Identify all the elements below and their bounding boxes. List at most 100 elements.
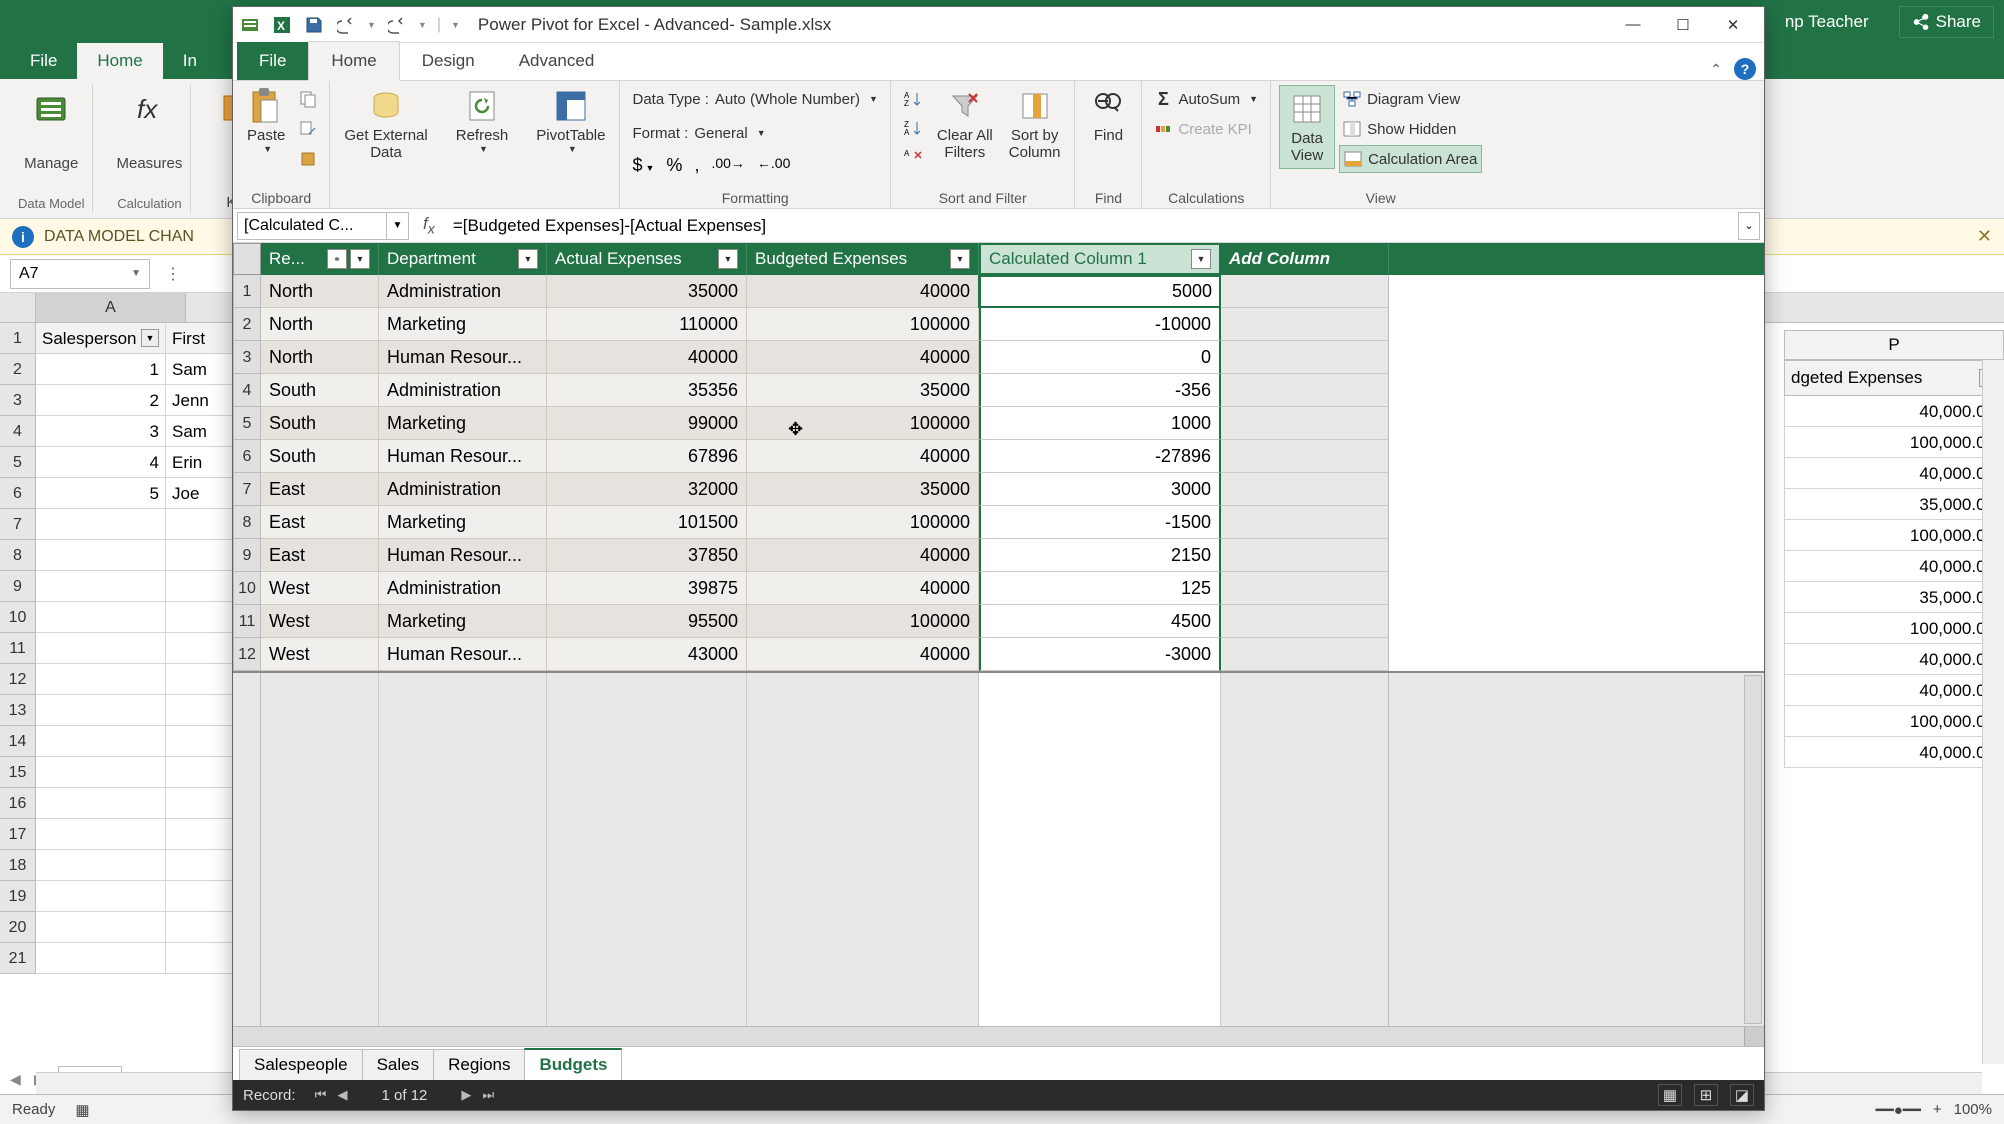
- sort-by-column-button[interactable]: Sort by Column: [1003, 85, 1067, 163]
- copy-icon[interactable]: [295, 85, 321, 113]
- cell[interactable]: 100,000.00: [1784, 427, 2004, 458]
- grid-cell-calculated[interactable]: 5000: [979, 275, 1221, 308]
- grid-cell-calculated[interactable]: -356: [979, 374, 1221, 407]
- grid-cell[interactable]: 100000: [747, 407, 979, 440]
- grid-cell[interactable]: 32000: [547, 473, 747, 506]
- msgbar-close-button[interactable]: ✕: [1977, 226, 1992, 247]
- increase-decimal-icon[interactable]: .00→: [711, 155, 744, 176]
- grid-cell[interactable]: Administration: [379, 473, 547, 506]
- cell[interactable]: [166, 602, 236, 633]
- excel-icon[interactable]: X: [271, 14, 293, 36]
- datatype-selector[interactable]: Data Type : Auto (Whole Number) ▼: [628, 85, 881, 113]
- grid-cell[interactable]: 40000: [547, 341, 747, 374]
- cell[interactable]: 35,000.00: [1784, 489, 2004, 520]
- cell[interactable]: [166, 509, 236, 540]
- paste-button[interactable]: Paste ▼: [241, 85, 291, 156]
- grid-cell[interactable]: 35000: [547, 275, 747, 308]
- grid-row-header[interactable]: 2: [233, 308, 261, 341]
- cell[interactable]: 40,000.00: [1784, 396, 2004, 427]
- grid-cell-add[interactable]: [1221, 638, 1389, 671]
- excel-account-label[interactable]: np Teacher: [1785, 12, 1869, 32]
- cell[interactable]: [166, 695, 236, 726]
- cell[interactable]: [166, 757, 236, 788]
- col-header-budget[interactable]: Budgeted Expenses▼: [747, 243, 979, 275]
- grid-cell[interactable]: Marketing: [379, 407, 547, 440]
- pp-titlebar[interactable]: X ▼ ▼ | ▼ Power Pivot for Excel - Advanc…: [233, 7, 1764, 43]
- cell[interactable]: [36, 912, 166, 943]
- grid-cell[interactable]: West: [261, 638, 379, 671]
- row-header[interactable]: 5: [0, 447, 36, 478]
- row-header[interactable]: 9: [0, 571, 36, 602]
- grid-horizontal-scrollbar[interactable]: [233, 1026, 1764, 1046]
- sheet-nav-prev-icon[interactable]: ◀: [10, 1071, 30, 1088]
- grid-cell[interactable]: 100000: [747, 506, 979, 539]
- cell[interactable]: Sam: [166, 354, 236, 385]
- row-header[interactable]: 13: [0, 695, 36, 726]
- grid-cell-add[interactable]: [1221, 341, 1389, 374]
- grid-row-header[interactable]: 6: [233, 440, 261, 473]
- grid-row-header[interactable]: 3: [233, 341, 261, 374]
- col-header-region[interactable]: Re... ⚭▼: [261, 243, 379, 275]
- grid-cell-calculated[interactable]: 0: [979, 341, 1221, 374]
- grid-cell[interactable]: Human Resour...: [379, 539, 547, 572]
- col-header-calculated[interactable]: Calculated Column 1▼: [979, 243, 1221, 275]
- ribbon-refresh-button[interactable]: Refresh▼: [442, 81, 523, 208]
- grid-row-header[interactable]: 1: [233, 275, 261, 308]
- clear-filters-button[interactable]: Clear All Filters: [931, 85, 999, 163]
- grid-cell-calculated[interactable]: 4500: [979, 605, 1221, 638]
- grid-cell-calculated[interactable]: 125: [979, 572, 1221, 605]
- sort-asc-icon[interactable]: AZ: [899, 85, 927, 113]
- grid-cell[interactable]: Marketing: [379, 605, 547, 638]
- row-header[interactable]: 14: [0, 726, 36, 757]
- cell[interactable]: 40,000.00: [1784, 644, 2004, 675]
- grid-cell[interactable]: West: [261, 572, 379, 605]
- currency-icon[interactable]: $▼: [632, 155, 654, 176]
- pp-data-grid[interactable]: Re... ⚭▼ Department▼ Actual Expenses▼ Bu…: [233, 243, 1764, 1046]
- find-button[interactable]: Find: [1083, 85, 1133, 146]
- row-header[interactable]: 3: [0, 385, 36, 416]
- grid-cell[interactable]: 67896: [547, 440, 747, 473]
- record-last-icon[interactable]: ⏭: [477, 1087, 499, 1103]
- cell[interactable]: 35,000.00: [1784, 582, 2004, 613]
- sort-desc-icon[interactable]: ZA: [899, 114, 927, 142]
- grid-cell[interactable]: Human Resour...: [379, 440, 547, 473]
- grid-row-header[interactable]: 11: [233, 605, 261, 638]
- grid-cell[interactable]: 40000: [747, 341, 979, 374]
- excel-tab-file[interactable]: File: [10, 43, 77, 79]
- cell[interactable]: Erin: [166, 447, 236, 478]
- view-grid-icon[interactable]: ▦: [1658, 1084, 1682, 1106]
- grid-cell[interactable]: 35356: [547, 374, 747, 407]
- decrease-decimal-icon[interactable]: ←.00: [757, 155, 790, 176]
- sheet-tab-budgets[interactable]: Budgets: [524, 1048, 622, 1080]
- status-macro-icon[interactable]: ▦: [75, 1101, 89, 1119]
- ribbon-pivottable-button[interactable]: PivotTable▼: [522, 81, 620, 208]
- excel-vertical-scrollbar[interactable]: [1982, 360, 2004, 1064]
- row-header[interactable]: 1: [0, 323, 36, 354]
- col-header-actual[interactable]: Actual Expenses▼: [547, 243, 747, 275]
- row-header[interactable]: 20: [0, 912, 36, 943]
- row-header[interactable]: 6: [0, 478, 36, 509]
- pp-tab-advanced[interactable]: Advanced: [497, 42, 617, 80]
- grid-cell[interactable]: 110000: [547, 308, 747, 341]
- header-first[interactable]: First: [166, 323, 236, 354]
- grid-cell[interactable]: South: [261, 407, 379, 440]
- grid-row-header[interactable]: 10: [233, 572, 261, 605]
- diagram-view-button[interactable]: Diagram View: [1339, 85, 1482, 113]
- row-header[interactable]: 15: [0, 757, 36, 788]
- grid-cell[interactable]: Administration: [379, 275, 547, 308]
- cell[interactable]: Sam: [166, 416, 236, 447]
- grid-cell-add[interactable]: [1221, 374, 1389, 407]
- excel-namebox[interactable]: A7 ▼: [10, 259, 150, 289]
- cell[interactable]: 3: [36, 416, 166, 447]
- manage-label[interactable]: Manage: [24, 155, 78, 172]
- cell[interactable]: 2: [36, 385, 166, 416]
- grid-cell[interactable]: 101500: [547, 506, 747, 539]
- cell[interactable]: 5: [36, 478, 166, 509]
- grid-cell[interactable]: 40000: [747, 440, 979, 473]
- cell[interactable]: [166, 540, 236, 571]
- calc-area-scrollbar[interactable]: [1744, 675, 1762, 1024]
- cell[interactable]: 40,000.00: [1784, 458, 2004, 489]
- grid-cell[interactable]: 43000: [547, 638, 747, 671]
- zoom-level[interactable]: 100%: [1954, 1101, 1992, 1118]
- formula-expand-icon[interactable]: ⌄: [1738, 212, 1760, 240]
